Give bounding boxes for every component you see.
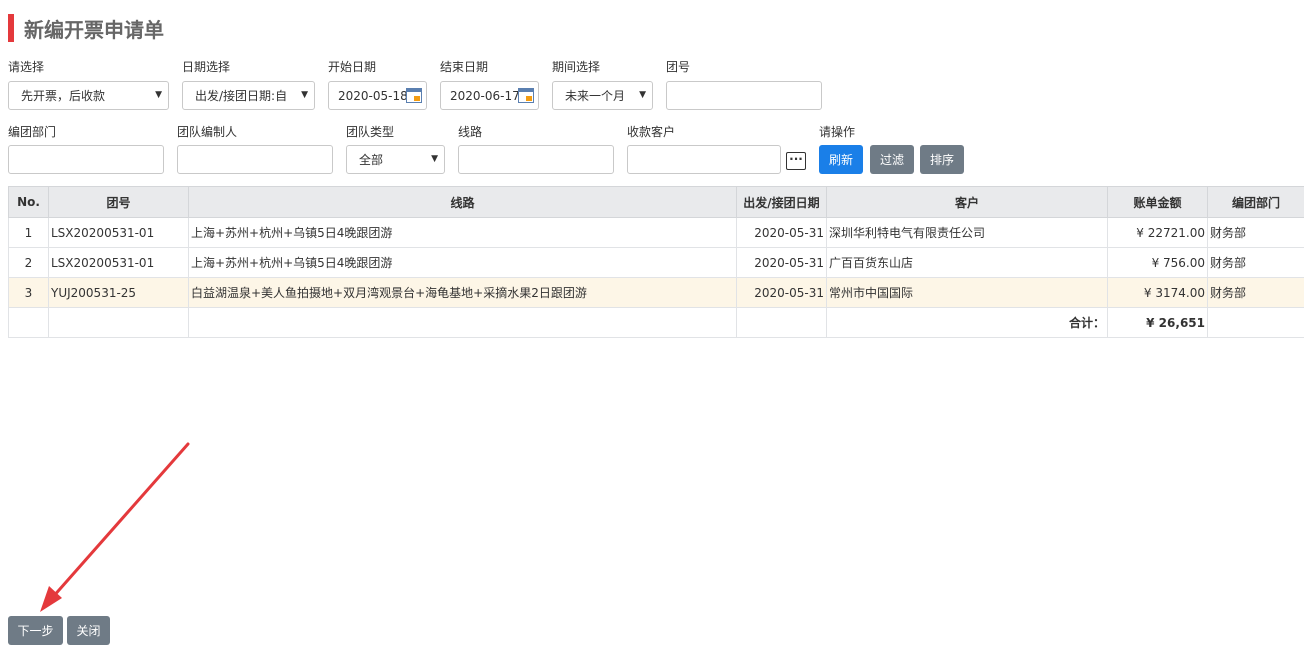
annotation-arrow xyxy=(40,442,190,612)
